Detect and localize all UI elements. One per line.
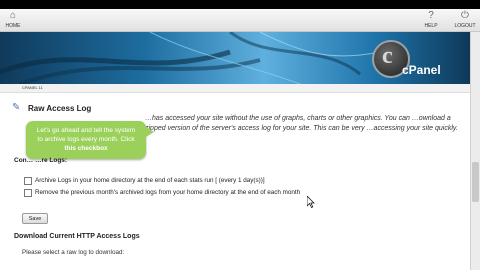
tutorial-tooltip: Let's go ahead and tell the system to ar…	[26, 121, 154, 159]
page-title: Raw Access Log	[28, 104, 92, 113]
mouse-cursor-icon	[307, 196, 315, 208]
breadcrumb: CPANEL 11	[0, 84, 480, 93]
vertical-scrollbar[interactable]	[470, 32, 480, 270]
help-icon: ?	[428, 10, 434, 21]
archive-logs-label: Archive Logs in your home directory at t…	[35, 177, 265, 184]
logout-button[interactable]: ⏻ LOGOUT	[452, 10, 478, 29]
remove-archived-logs-checkbox[interactable]	[24, 189, 32, 197]
page-description: …has accessed your site without the use …	[145, 115, 458, 132]
document-icon: ✎	[12, 102, 21, 113]
tooltip-text: Let's go ahead and tell the system to ar…	[36, 127, 136, 143]
configure-logs-heading: Con… …re Logs:	[14, 157, 68, 164]
top-toolbar: ⌂ HOME ? HELP ⏻ LOGOUT	[0, 9, 480, 32]
logout-icon: ⏻	[461, 10, 469, 21]
save-button[interactable]: Save	[22, 213, 48, 224]
scrollbar-thumb[interactable]	[472, 162, 479, 202]
home-label: HOME	[5, 23, 21, 29]
help-button[interactable]: ? HELP	[420, 10, 442, 29]
home-icon: ⌂	[9, 10, 17, 21]
remove-archived-logs-label: Remove the previous month's archived log…	[35, 189, 301, 196]
download-logs-heading: Download Current HTTP Access Logs	[14, 233, 140, 240]
browser-viewport: ⌂ HOME ? HELP ⏻ LOGOUT c cPanel CPANEL 1…	[0, 9, 480, 270]
tooltip-bold: this checkbox	[64, 145, 108, 152]
help-label: HELP	[424, 23, 438, 29]
download-logs-instruction: Please select a raw log to download:	[22, 249, 125, 256]
logo-letter: c	[382, 43, 393, 69]
cpanel-logo-text: cPanel	[402, 63, 441, 77]
breadcrumb-link[interactable]: CPANEL 11	[22, 85, 43, 90]
home-button[interactable]: ⌂ HOME	[2, 10, 24, 29]
logout-label: LOGOUT	[454, 23, 476, 29]
archive-logs-checkbox[interactable]	[24, 177, 32, 185]
header-banner: c cPanel	[0, 32, 480, 84]
